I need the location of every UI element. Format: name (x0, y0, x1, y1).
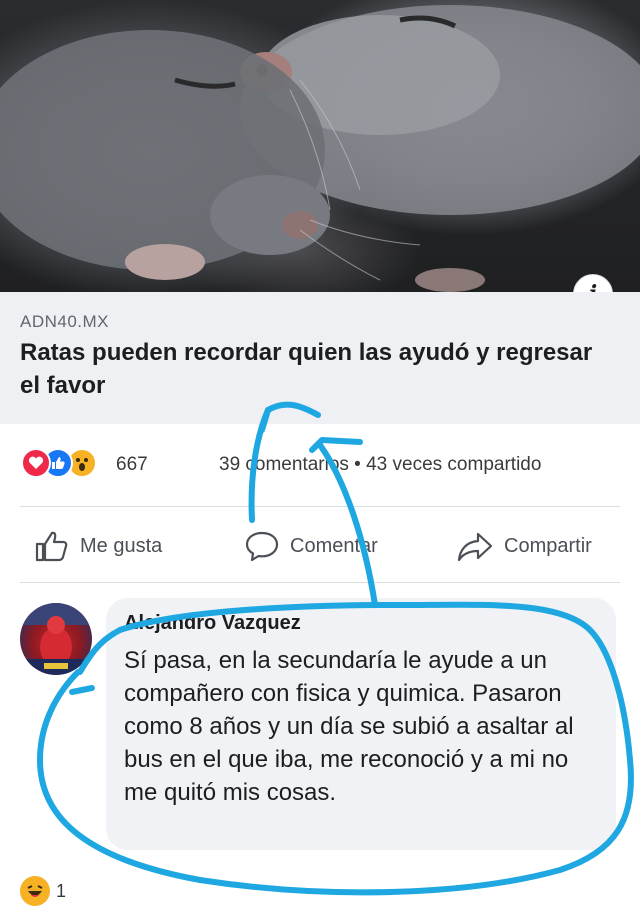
divider (20, 582, 620, 583)
share-arrow-icon (457, 532, 493, 562)
link-source: ADN40.MX (20, 312, 110, 331)
reaction-count[interactable]: 667 (116, 454, 148, 476)
action-bar: Me gusta Comentar Compartir (0, 510, 640, 580)
comment-author[interactable]: Alejandro Vazquez (124, 612, 301, 635)
rats-illustration (0, 5, 640, 292)
comment-button[interactable]: Comentar (244, 526, 378, 566)
comment-reaction-count: 1 (56, 880, 67, 901)
avatar[interactable] (20, 603, 92, 675)
link-preview[interactable]: ADN40.MX Ratas pueden recordar quien las… (0, 292, 640, 424)
like-button[interactable]: Me gusta (34, 526, 162, 566)
comment-bubble: Alejandro Vazquez Sí pasa, en la secunda… (106, 598, 616, 850)
divider (20, 506, 620, 507)
thumbs-up-icon (35, 531, 68, 562)
share-button[interactable]: Compartir (456, 526, 592, 566)
comment-text: Sí pasa, en la secundaría le ayude a un … (124, 647, 574, 806)
reactions-summary: 667 39 comentarios • 43 veces compartido (0, 440, 640, 492)
link-headline[interactable]: Ratas pueden recordar quien las ayudó y … (20, 336, 610, 402)
article-image[interactable] (0, 0, 640, 292)
comments-shares-count[interactable]: 39 comentarios • 43 veces compartido (219, 454, 541, 476)
speech-bubble-icon (245, 531, 279, 562)
comment-reaction[interactable]: 1 (20, 876, 66, 906)
share-button-label: Compartir (504, 534, 592, 557)
comment-button-label: Comentar (290, 534, 378, 557)
reaction-icons[interactable] (21, 448, 111, 478)
haha-icon (20, 876, 50, 906)
love-icon (21, 448, 51, 478)
like-button-label: Me gusta (80, 534, 163, 557)
